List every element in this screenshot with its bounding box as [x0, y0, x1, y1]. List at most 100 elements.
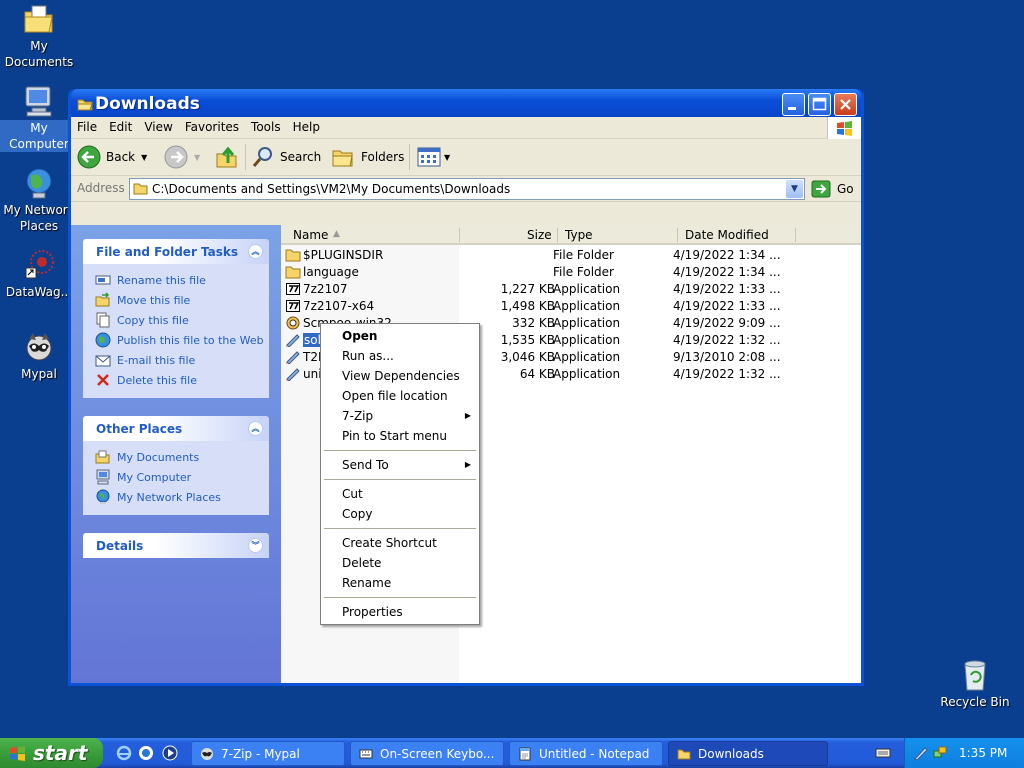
delete-x-icon: [97, 374, 109, 386]
ctx-create-shortcut[interactable]: Create Shortcut: [321, 533, 479, 553]
task-email-file[interactable]: E-mail this file: [95, 350, 269, 370]
menu-favorites[interactable]: Favorites: [179, 117, 245, 134]
ctx-send-to[interactable]: Send To ▶: [321, 455, 479, 475]
my-computer-icon: [22, 84, 56, 118]
maximize-icon: [812, 97, 827, 111]
other-places-panel: Other Places ︽ My Documents My Computer …: [83, 416, 269, 515]
back-button[interactable]: Back ▼: [77, 143, 147, 171]
taskbar-item-notepad[interactable]: Untitled - Notepad: [509, 741, 663, 766]
recycle-bin-icon: [958, 658, 992, 692]
menu-separator: [324, 450, 476, 451]
menu-tools[interactable]: Tools: [245, 117, 287, 134]
column-header-name[interactable]: Name: [293, 228, 328, 242]
place-my-network-places[interactable]: My Network Places: [95, 487, 269, 507]
taskbar-item-on-screen-keyboard[interactable]: On-Screen Keybo...: [350, 741, 504, 766]
desktop-icon-mypal[interactable]: Mypal: [0, 330, 78, 382]
chevron-down-icon: ▼: [791, 184, 798, 194]
my-documents-icon: [95, 450, 110, 464]
ctx-properties[interactable]: Properties: [321, 602, 479, 622]
collapse-chevron-icon[interactable]: ︽: [248, 421, 263, 436]
other-places-list: My Documents My Computer My Network Plac…: [83, 441, 269, 515]
column-header-date-modified[interactable]: Date Modified: [685, 228, 769, 242]
task-move-file[interactable]: Move this file: [95, 290, 269, 310]
desktop-icon-my-computer[interactable]: My Computer: [0, 84, 78, 152]
folder-icon: [285, 249, 301, 262]
column-header-size[interactable]: Size: [527, 228, 552, 242]
column-divider[interactable]: [557, 228, 558, 242]
ctx-pin-to-start-menu[interactable]: Pin to Start menu: [321, 426, 479, 446]
menu-separator: [324, 528, 476, 529]
address-field[interactable]: ▼: [129, 178, 805, 200]
collapse-chevron-icon[interactable]: ︽: [248, 244, 263, 259]
ctx-copy[interactable]: Copy: [321, 504, 479, 524]
ctx-7zip[interactable]: 7-Zip ▶: [321, 406, 479, 426]
taskbar-item-7zip-mypal[interactable]: 7-Zip - Mypal: [191, 741, 345, 766]
file-row[interactable]: 7z2107-x64 1,498 KB Application 4/19/202…: [281, 298, 861, 315]
forward-button[interactable]: ▼: [164, 143, 200, 171]
place-my-documents[interactable]: My Documents: [95, 447, 269, 467]
window-title: Downloads: [95, 94, 200, 114]
column-divider[interactable]: [677, 228, 678, 242]
column-divider[interactable]: [795, 228, 796, 242]
file-row[interactable]: language File Folder 4/19/2022 1:34 ...: [281, 264, 861, 281]
file-row[interactable]: $PLUGINSDIR File Folder 4/19/2022 1:34 .…: [281, 247, 861, 264]
ie-quicklaunch-icon[interactable]: [116, 745, 132, 761]
ctx-view-dependencies[interactable]: View Dependencies: [321, 366, 479, 386]
ctx-open[interactable]: Open: [321, 326, 479, 346]
desktop-icon-my-documents[interactable]: My Documents: [0, 2, 78, 70]
move-icon: [95, 292, 110, 307]
ctx-open-file-location[interactable]: Open file location: [321, 386, 479, 406]
rocket-icon: [286, 334, 300, 347]
menu-edit[interactable]: Edit: [103, 117, 138, 134]
maximize-button[interactable]: [808, 93, 831, 116]
raccoon-icon: [22, 330, 56, 364]
file-row[interactable]: 7z2107 1,227 KB Application 4/19/2022 1:…: [281, 281, 861, 298]
back-dropdown-icon[interactable]: ▼: [141, 153, 147, 162]
task-publish-web[interactable]: Publish this file to the Web: [95, 330, 269, 350]
menu-help[interactable]: Help: [287, 117, 326, 134]
rocket-tray-icon[interactable]: [913, 745, 929, 761]
forward-dropdown-icon[interactable]: ▼: [194, 153, 200, 162]
address-dropdown-button[interactable]: ▼: [786, 180, 803, 198]
column-header-type[interactable]: Type: [565, 228, 593, 242]
rocket-icon: [286, 351, 300, 364]
views-button[interactable]: ▼: [417, 143, 450, 171]
task-copy-file[interactable]: Copy this file: [95, 310, 269, 330]
ctx-cut[interactable]: Cut: [321, 484, 479, 504]
desktop-icon-my-network-places[interactable]: My Network Places: [0, 166, 78, 234]
minimize-button[interactable]: [782, 93, 805, 116]
place-my-computer[interactable]: My Computer: [95, 467, 269, 487]
ctx-delete[interactable]: Delete: [321, 553, 479, 573]
other-places-header[interactable]: Other Places ︽: [83, 416, 269, 441]
ctx-rename[interactable]: Rename: [321, 573, 479, 593]
datawag-icon: [22, 248, 56, 282]
task-delete-file[interactable]: Delete this file: [95, 370, 269, 390]
close-button[interactable]: [834, 93, 857, 116]
column-divider[interactable]: [459, 228, 460, 242]
network-tray-icon[interactable]: [932, 745, 948, 761]
play-quicklaunch-icon[interactable]: [162, 745, 178, 761]
address-input[interactable]: [150, 181, 780, 197]
taskbar-item-downloads[interactable]: Downloads: [668, 741, 828, 766]
go-button[interactable]: Go: [811, 180, 854, 198]
menu-separator: [324, 597, 476, 598]
desktop-icon-datawag[interactable]: DataWag...: [0, 248, 78, 300]
views-dropdown-icon[interactable]: ▼: [444, 153, 450, 162]
details-header[interactable]: Details ︾: [83, 533, 269, 558]
up-folder-button[interactable]: [215, 143, 239, 171]
desktop-icon-recycle-bin[interactable]: Recycle Bin: [936, 658, 1014, 710]
expand-chevron-icon[interactable]: ︾: [248, 538, 263, 553]
menu-file[interactable]: File: [71, 117, 103, 134]
task-rename-file[interactable]: Rename this file: [95, 270, 269, 290]
menu-view[interactable]: View: [138, 117, 178, 134]
toolbar-separator: [409, 144, 410, 170]
file-folder-tasks-header[interactable]: File and Folder Tasks ︽: [83, 239, 269, 264]
ctx-run-as[interactable]: Run as...: [321, 346, 479, 366]
title-bar[interactable]: Downloads: [71, 89, 861, 117]
start-button[interactable]: start: [0, 738, 103, 768]
folders-icon: [332, 150, 353, 167]
keyboard-tray-icon[interactable]: [875, 745, 891, 761]
media-quicklaunch-icon[interactable]: [138, 745, 154, 761]
folders-button[interactable]: Folders: [331, 143, 404, 171]
search-button[interactable]: Search: [251, 143, 321, 171]
